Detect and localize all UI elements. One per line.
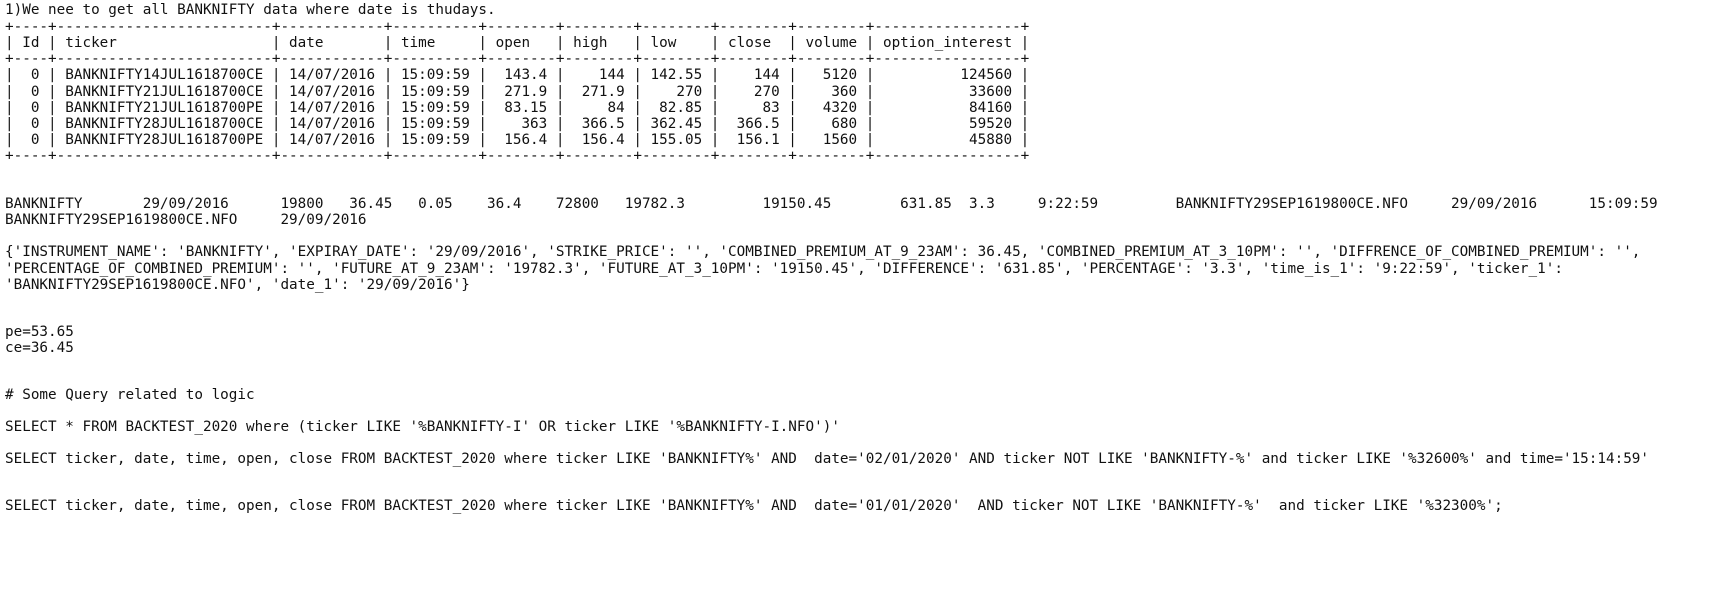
table-border-bottom: +----+-------------------------+--------… [5, 148, 1030, 164]
dict-line: {'INSTRUMENT_NAME': 'BANKNIFTY', 'EXPIRA… [5, 244, 1641, 260]
table-row: | 0 | BANKNIFTY14JUL1618700CE | 14/07/20… [5, 67, 1030, 83]
text-document: 1)We nee to get all BANKNIFTY data where… [0, 0, 1729, 601]
sql-query: SELECT ticker, date, time, open, close F… [5, 451, 1650, 467]
dict-line: 'BANKNIFTY29SEP1619800CE.NFO', 'date_1':… [5, 277, 470, 293]
ce-value-line: ce=36.45 [5, 340, 74, 356]
sql-query: SELECT ticker, date, time, open, close F… [5, 498, 1503, 514]
tab-separated-line-continued: BANKNIFTY29SEP1619800CE.NFO 29/09/2016 [5, 212, 367, 228]
sql-query: SELECT * FROM BACKTEST_2020 where (ticke… [5, 419, 840, 435]
task-heading: 1)We nee to get all BANKNIFTY data where… [5, 2, 496, 18]
comment-line: # Some Query related to logic [5, 387, 255, 403]
